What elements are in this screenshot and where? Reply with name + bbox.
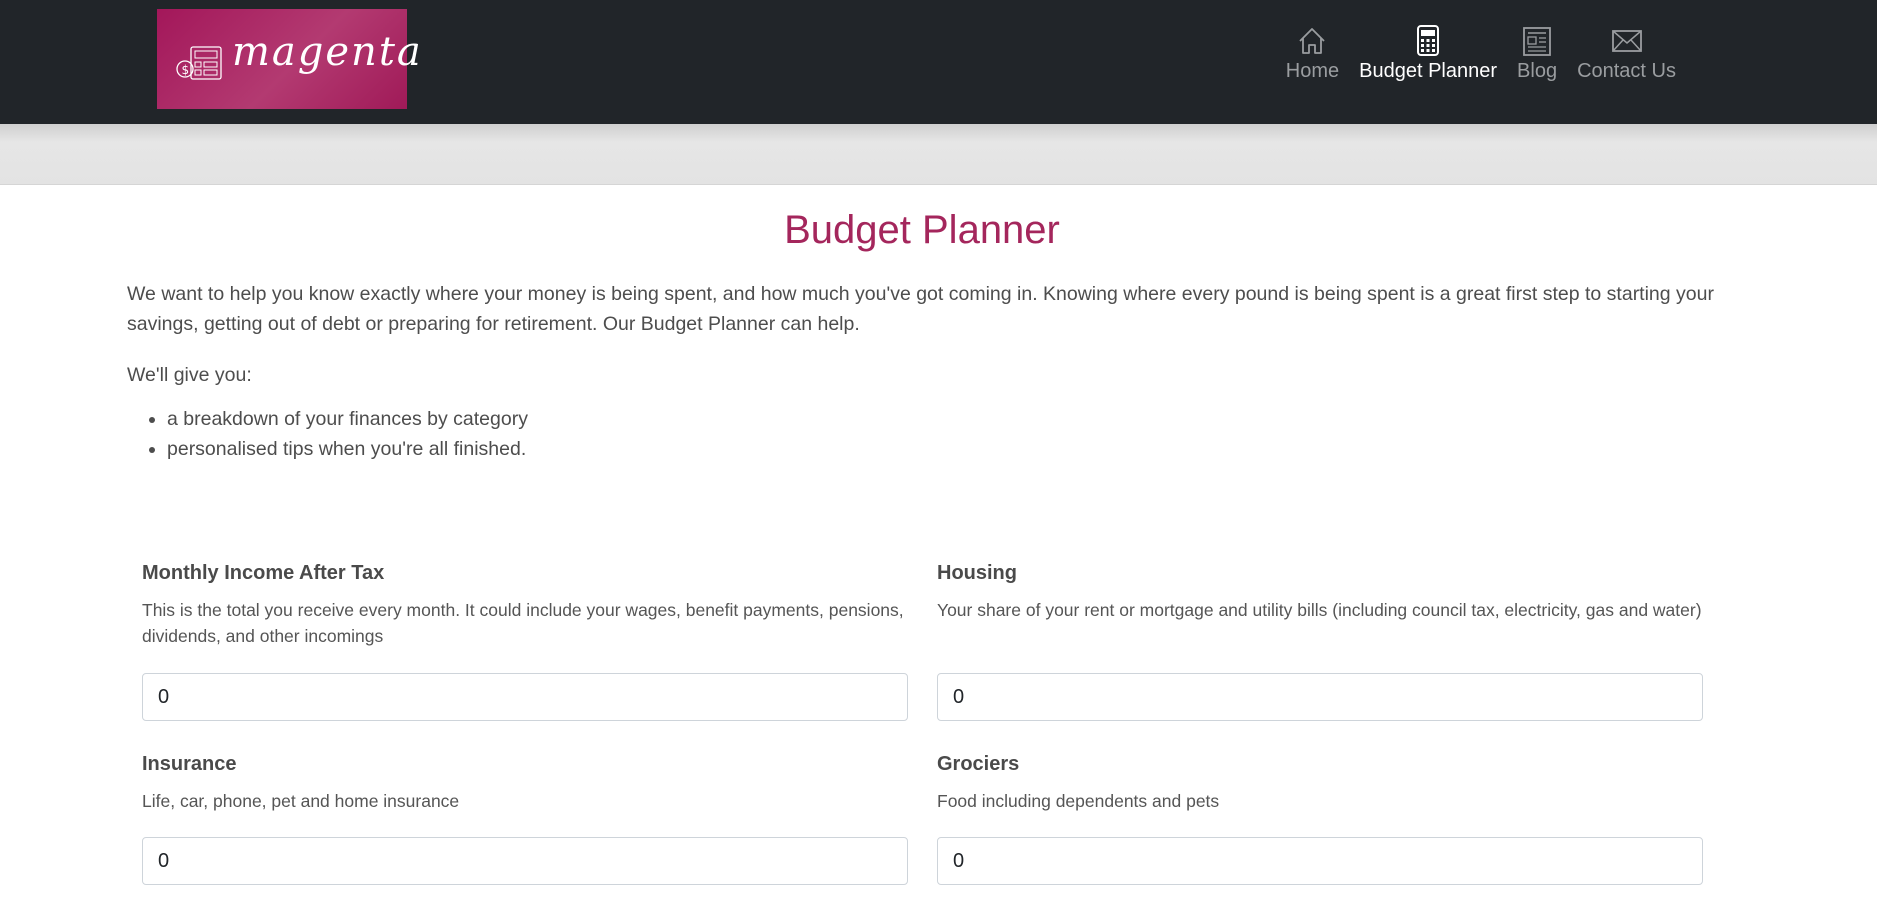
field-label: Insurance <box>142 753 237 775</box>
page-title: Budget Planner <box>784 208 1060 252</box>
list-item: personalised tips when you're all finish… <box>167 434 1717 464</box>
groceries-input[interactable] <box>937 837 1703 885</box>
field-description: Your share of your rent or mortgage and … <box>937 600 1702 620</box>
benefits-heading: We'll give you: <box>127 364 252 386</box>
field-label: Housing <box>937 562 1017 584</box>
nav-item-contact-us[interactable]: Contact Us <box>1577 24 1676 100</box>
nav-item-label: Budget Planner <box>1359 60 1498 82</box>
field-description: Food including dependents and pets <box>937 791 1220 811</box>
field-label: Grociers <box>937 753 1020 775</box>
logo-wordmark: magenta <box>232 29 423 75</box>
newspaper-icon <box>1520 24 1554 58</box>
svg-text:$: $ <box>182 63 190 77</box>
groceries-field-group: Grociers Food including dependents and p… <box>937 753 1703 885</box>
list-item: a breakdown of your finances by category <box>167 404 1717 434</box>
budget-calculator-logo-icon: $ <box>176 46 222 80</box>
housing-field-group: Housing Your share of your rent or mortg… <box>937 562 1703 721</box>
nav-item-blog[interactable]: Blog <box>1517 24 1557 100</box>
calculator-icon <box>1411 24 1445 58</box>
income-input[interactable] <box>142 673 908 721</box>
field-description: Life, car, phone, pet and home insurance <box>142 791 460 811</box>
home-icon <box>1295 24 1329 58</box>
navbar: $ magenta Home Budget Planner Blog Conta… <box>0 0 1877 124</box>
field-description: This is the total you receive every mont… <box>142 600 904 646</box>
main-nav: Home Budget Planner Blog Contact Us <box>1266 24 1676 100</box>
intro-paragraph: We want to help you know exactly where y… <box>127 283 1714 335</box>
benefits-list: a breakdown of your finances by category… <box>127 404 1717 464</box>
nav-item-label: Home <box>1285 60 1340 82</box>
main-content: Budget Planner We want to help you know … <box>127 184 1717 464</box>
field-label: Monthly Income After Tax <box>142 562 385 584</box>
housing-input[interactable] <box>937 673 1703 721</box>
nav-item-budget-planner[interactable]: Budget Planner <box>1359 24 1497 100</box>
insurance-field-group: Insurance Life, car, phone, pet and home… <box>142 753 908 885</box>
nav-item-home[interactable]: Home <box>1286 24 1339 100</box>
nav-item-label: Contact Us <box>1577 60 1676 82</box>
envelope-icon <box>1610 24 1644 58</box>
header-banner-strip <box>0 124 1877 185</box>
insurance-input[interactable] <box>142 837 908 885</box>
nav-item-label: Blog <box>1517 60 1558 82</box>
brand-logo[interactable]: $ magenta <box>157 9 421 109</box>
income-field-group: Monthly Income After Tax This is the tot… <box>142 562 908 721</box>
